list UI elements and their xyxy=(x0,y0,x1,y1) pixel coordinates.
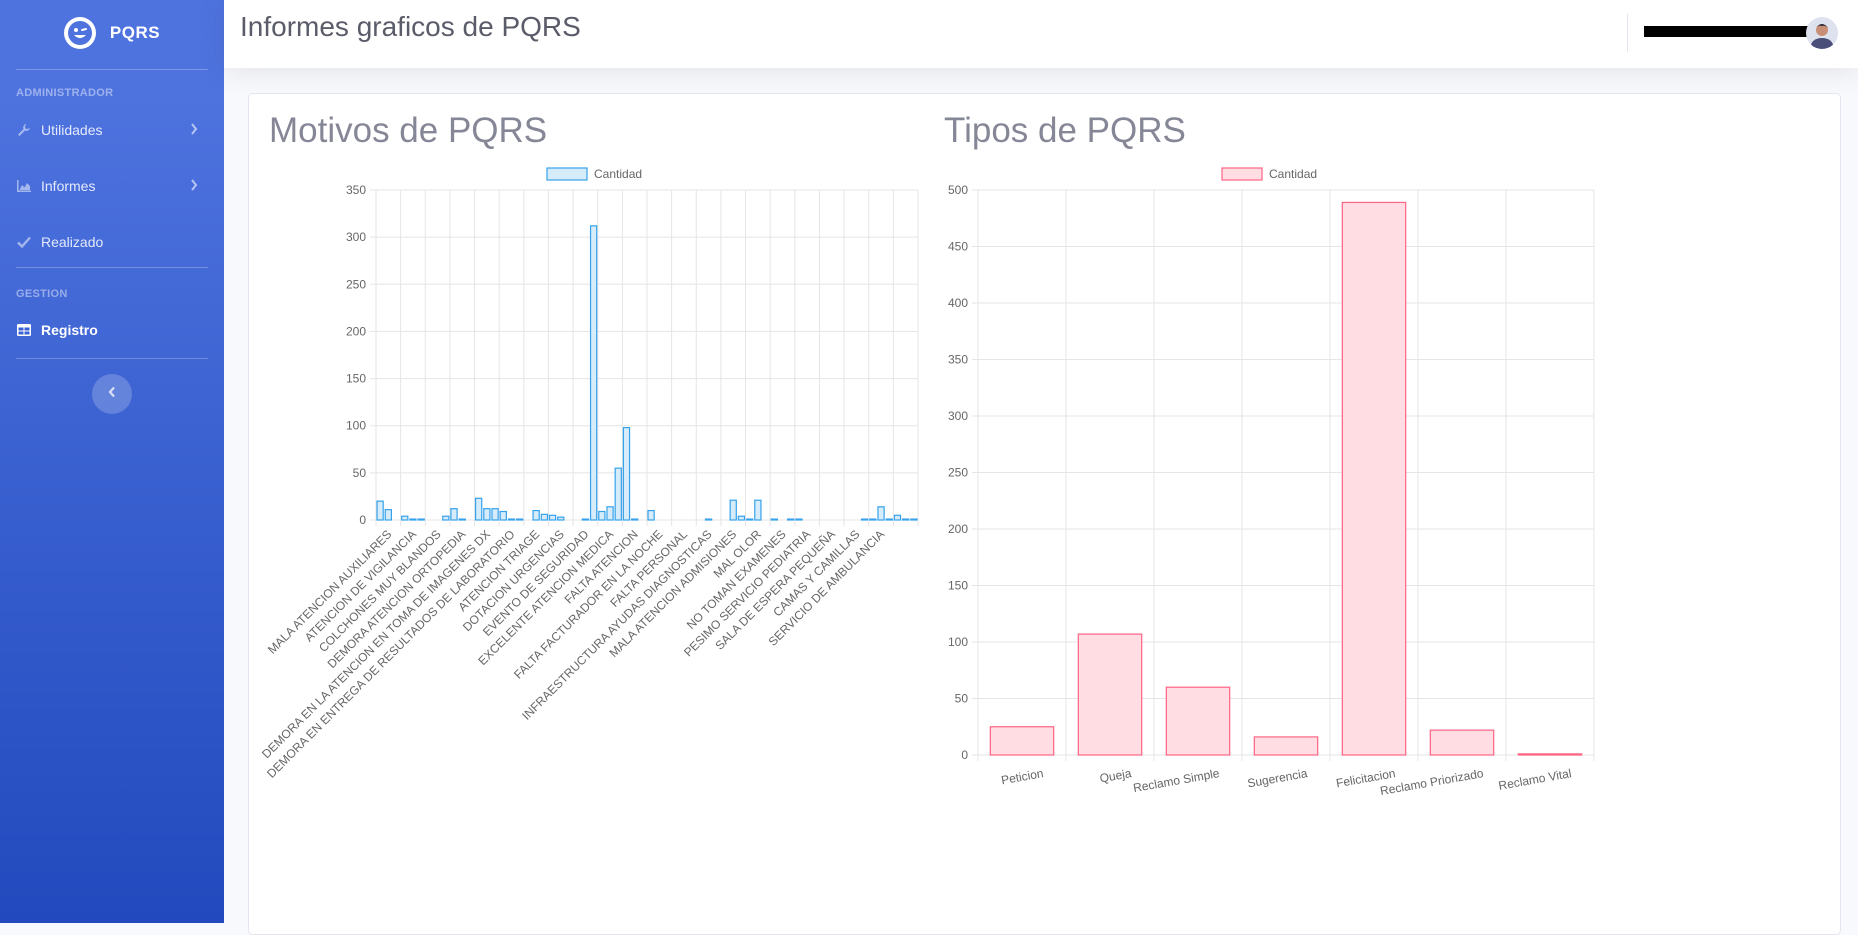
table-icon xyxy=(16,322,32,338)
sidebar-item-label: Informes xyxy=(41,178,96,194)
charts-card: Motivos de PQRS Tipos de PQRS xyxy=(248,93,1841,935)
page-title: Informes graficos de PQRS xyxy=(240,11,581,42)
sidebar-item-registro[interactable]: Registro xyxy=(16,319,208,341)
sidebar-heading-gestion: GESTION xyxy=(16,288,68,300)
chart-title-tipos: Tipos de PQRS xyxy=(944,111,1186,150)
sidebar: PQRS ADMINISTRADOR Utilidades Informes R… xyxy=(0,0,224,923)
chart-area-icon xyxy=(16,178,32,194)
topbar-divider xyxy=(1627,14,1628,52)
chevron-left-icon xyxy=(108,385,116,403)
topbar: Informes graficos de PQRS xyxy=(224,0,1858,68)
laugh-wink-icon xyxy=(63,17,96,49)
sidebar-item-label: Registro xyxy=(41,322,98,338)
user-name-redacted[interactable] xyxy=(1644,26,1822,37)
sidebar-item-realizado[interactable]: Realizado xyxy=(16,231,208,253)
wrench-icon xyxy=(16,122,32,138)
sidebar-toggle-button[interactable] xyxy=(92,374,132,414)
sidebar-item-informes[interactable]: Informes xyxy=(16,175,208,197)
sidebar-item-label: Utilidades xyxy=(41,122,103,138)
sidebar-item-utilidades[interactable]: Utilidades xyxy=(16,119,208,141)
sidebar-divider xyxy=(16,267,208,268)
sidebar-heading-admin: ADMINISTRADOR xyxy=(16,87,114,99)
brand-name: PQRS xyxy=(109,23,161,42)
sidebar-brand[interactable]: PQRS xyxy=(0,0,224,66)
chevron-right-icon xyxy=(190,178,198,194)
check-icon xyxy=(16,234,32,250)
sidebar-item-label: Realizado xyxy=(41,234,104,250)
sidebar-divider xyxy=(16,69,208,70)
user-avatar[interactable] xyxy=(1806,17,1838,49)
chart-title-motivos: Motivos de PQRS xyxy=(269,111,548,150)
sidebar-divider xyxy=(16,358,208,359)
chevron-right-icon xyxy=(190,122,198,138)
